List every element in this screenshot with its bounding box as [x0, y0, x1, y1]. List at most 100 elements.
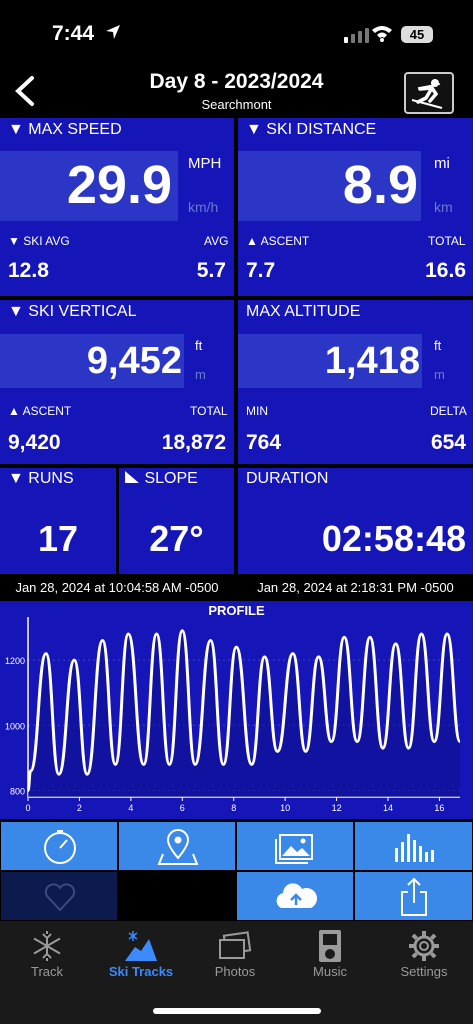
ski-vertical-label: SKI VERTICAL — [28, 303, 137, 320]
ascent-triangle-icon: ▲ — [246, 234, 261, 248]
upload-button[interactable] — [236, 871, 354, 921]
y-tick-label: 1000 — [5, 721, 25, 731]
max-altitude-unit-secondary[interactable]: m — [434, 367, 445, 382]
y-tick-label: 1200 — [5, 656, 25, 666]
battery-icon: 45 — [401, 26, 433, 43]
end-time: Jan 28, 2024 at 2:18:31 PM -0500 — [238, 577, 473, 599]
vertical-total-label: TOTAL — [190, 404, 228, 418]
ski-vertical-unit-primary[interactable]: ft — [195, 338, 202, 353]
map-pin-icon — [157, 829, 199, 865]
ski-distance-value: 8.9 — [342, 155, 418, 215]
collapse-triangle-icon: ▼ — [8, 234, 24, 248]
photos-tab-icon — [219, 931, 252, 959]
max-speed-unit-primary[interactable]: MPH — [188, 155, 221, 172]
profile-chart-svg: 800 1000 1200 0 2 4 6 8 10 12 14 16 — [5, 617, 462, 813]
stats-button[interactable] — [354, 821, 473, 871]
avg-label: AVG — [204, 234, 229, 248]
tab-settings-label: Settings — [400, 964, 448, 979]
x-tick-label: 0 — [25, 803, 30, 813]
avg-value: 5.7 — [196, 259, 226, 282]
altitude-min-label: MIN — [246, 404, 268, 418]
ski-avg-label: SKI AVG — [23, 234, 70, 248]
bar-chart-icon — [395, 834, 434, 862]
timer-button[interactable] — [0, 821, 118, 871]
runs-value: 17 — [37, 518, 79, 559]
music-icon — [319, 930, 341, 962]
ski-avg-value: 12.8 — [8, 259, 49, 282]
altitude-delta-label: DELTA — [430, 404, 467, 418]
ski-vertical-unit-secondary[interactable]: m — [195, 367, 206, 382]
slope-icon — [125, 471, 139, 483]
tab-track[interactable]: Track — [0, 928, 94, 979]
distance-ascent-label: ASCENT — [260, 234, 310, 248]
collapse-triangle-icon: ▼ — [8, 470, 29, 487]
tab-music[interactable]: Music — [283, 928, 377, 979]
photos-button[interactable] — [236, 821, 354, 871]
page-title: Day 8 - 2023/2024 — [149, 70, 324, 93]
gear-icon — [409, 931, 439, 961]
x-tick-label: 14 — [383, 803, 393, 813]
distance-ascent-value: 7.7 — [246, 259, 276, 282]
x-tick-label: 10 — [280, 803, 290, 813]
location-arrow-icon — [106, 25, 120, 39]
tab-ski-tracks[interactable]: Ski Tracks — [94, 928, 188, 979]
ski-distance-unit-secondary[interactable]: km — [434, 199, 453, 215]
share-icon — [401, 877, 427, 916]
heart-icon — [44, 883, 76, 912]
vertical-total-value: 18,872 — [161, 431, 226, 454]
ski-vertical-value: 9,452 — [86, 340, 182, 382]
tab-photos-label: Photos — [214, 964, 256, 979]
vertical-ascent-value: 9,420 — [8, 431, 61, 454]
max-speed-unit-secondary[interactable]: km/h — [188, 199, 218, 215]
favorite-button[interactable] — [0, 871, 118, 921]
x-tick-label: 2 — [77, 803, 82, 813]
share-button[interactable] — [354, 871, 473, 921]
start-time: Jan 28, 2024 at 10:04:58 AM -0500 — [0, 577, 234, 599]
ascent-triangle-icon: ▲ — [8, 404, 23, 418]
x-tick-label: 16 — [434, 803, 444, 813]
distance-total-value: 16.6 — [425, 259, 466, 282]
tab-ski-tracks-label: Ski Tracks — [108, 964, 174, 979]
x-tick-label: 8 — [231, 803, 236, 813]
skier-button[interactable] — [404, 72, 454, 114]
duration-value: 02:58:48 — [321, 518, 466, 559]
timer-icon — [44, 830, 76, 864]
skier-icon — [411, 79, 443, 109]
distance-total-label: TOTAL — [428, 234, 466, 248]
collapse-triangle-icon: ▼ — [246, 121, 267, 138]
max-speed-label: MAX SPEED — [28, 121, 122, 138]
x-tick-label: 6 — [180, 803, 185, 813]
snowflake-icon — [33, 931, 61, 961]
photos-icon — [275, 834, 313, 864]
ski-distance-unit-primary[interactable]: mi — [434, 155, 450, 172]
tab-photos[interactable]: Photos — [188, 928, 282, 979]
empty-slot — [118, 871, 236, 921]
status-time: 7:44 — [52, 22, 95, 45]
slope-value: 27° — [149, 518, 204, 559]
map-button[interactable] — [118, 821, 236, 871]
slope-label: SLOPE — [144, 470, 198, 487]
home-indicator — [153, 1008, 321, 1014]
duration-label: DURATION — [246, 470, 329, 487]
cloud-upload-icon — [276, 883, 318, 908]
x-tick-label: 4 — [128, 803, 133, 813]
ski-distance-label: SKI DISTANCE — [266, 121, 377, 138]
wifi-icon — [372, 26, 392, 42]
tab-music-label: Music — [313, 964, 347, 979]
ski-tracks-icon — [125, 931, 157, 961]
x-tick-label: 12 — [332, 803, 342, 813]
tab-track-label: Track — [30, 964, 64, 979]
collapse-triangle-icon: ▼ — [8, 303, 29, 320]
resort-name: Searchmont — [201, 97, 272, 112]
signal-icon — [344, 28, 369, 43]
max-altitude-label: MAX ALTITUDE — [246, 303, 361, 320]
max-speed-value: 29.9 — [66, 155, 172, 215]
altitude-delta-value: 654 — [430, 431, 466, 454]
max-altitude-unit-primary[interactable]: ft — [434, 338, 441, 353]
y-tick-label: 800 — [10, 786, 25, 796]
runs-label: RUNS — [28, 470, 74, 487]
collapse-triangle-icon: ▼ — [8, 121, 29, 138]
vertical-ascent-label: ASCENT — [22, 404, 72, 418]
tab-settings[interactable]: Settings — [377, 928, 471, 979]
max-altitude-value: 1,418 — [324, 340, 420, 382]
